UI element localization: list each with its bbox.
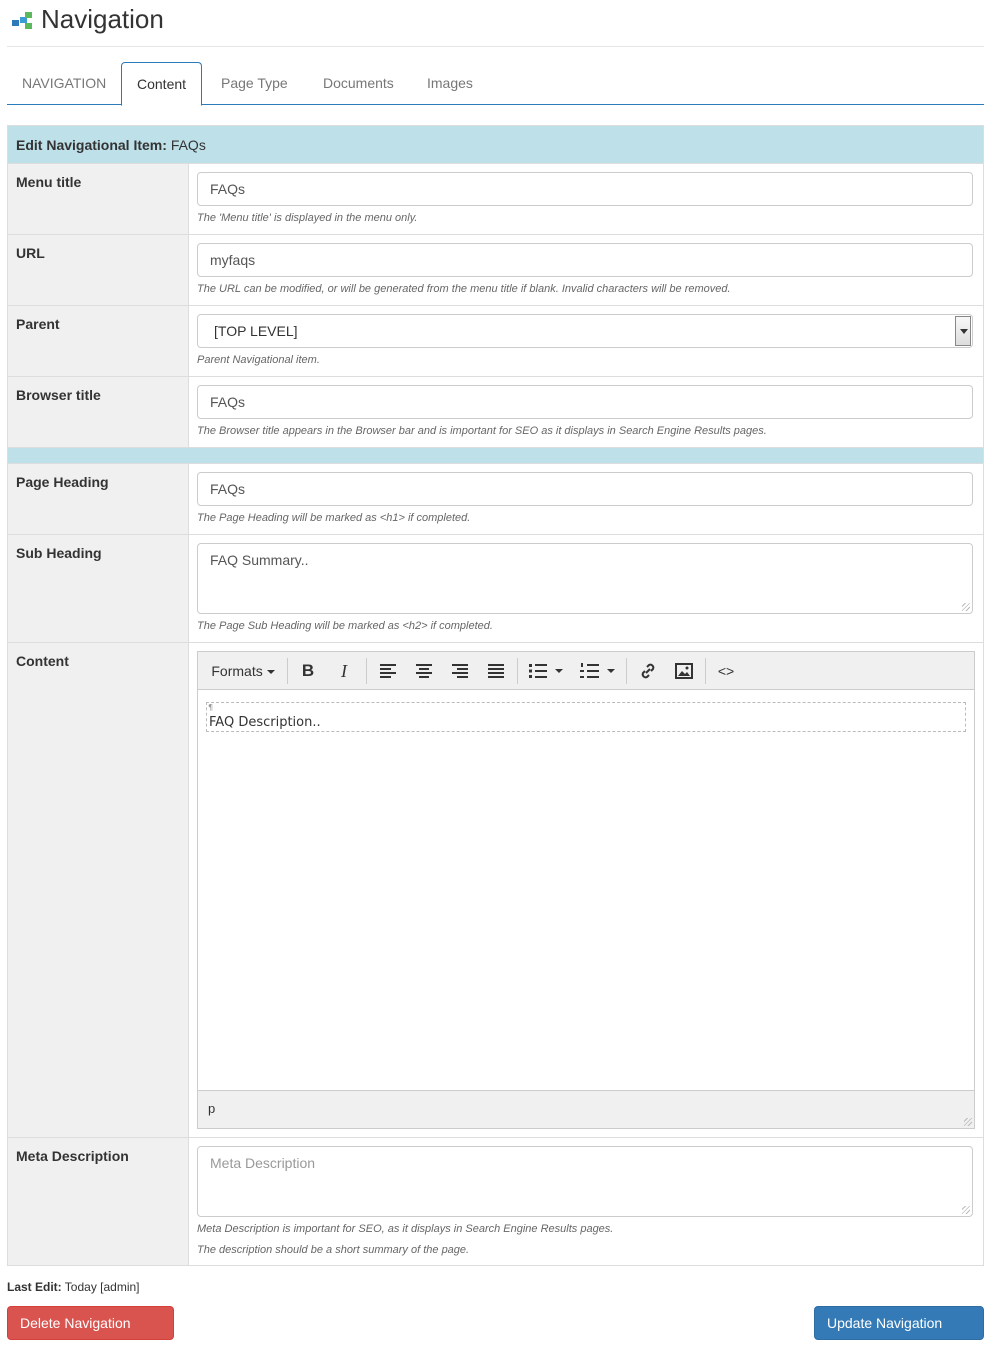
meta-description-label: Meta Description [7, 1137, 189, 1266]
editor-toolbar: Formats B I <> [198, 652, 974, 690]
form-header-label: Edit Navigational Item: [16, 136, 167, 153]
link-icon[interactable] [634, 656, 662, 686]
tab-content[interactable]: Content [121, 62, 203, 106]
meta-description-help-2: The description should be a short summar… [197, 1244, 470, 1256]
url-help: The URL can be modified, or will be gene… [197, 283, 731, 295]
parent-help: Parent Navigational item. [197, 354, 320, 366]
image-icon[interactable] [670, 656, 698, 686]
element-path[interactable]: p [208, 1101, 215, 1116]
align-justify-icon[interactable] [482, 656, 510, 686]
browser-title-input[interactable]: FAQs [197, 385, 973, 419]
tab-page-type[interactable]: Page Type [206, 62, 303, 105]
resize-handle-icon[interactable] [962, 1206, 970, 1214]
page-heading-help: The Page Heading will be marked as <h1> … [197, 512, 471, 524]
bold-icon[interactable]: B [294, 656, 322, 686]
meta-description-help-1: Meta Description is important for SEO, a… [197, 1223, 614, 1235]
browser-title-help: The Browser title appears in the Browser… [197, 425, 767, 437]
formats-dropdown[interactable]: Formats [203, 656, 283, 686]
last-edit: Last Edit: Today [admin] [7, 1280, 140, 1294]
bullet-list-icon[interactable] [525, 656, 567, 686]
page-heading-input[interactable]: FAQs [197, 472, 973, 506]
menu-title-help: The 'Menu title' is displayed in the men… [197, 212, 418, 224]
align-left-icon[interactable] [374, 656, 402, 686]
navigation-logo-icon [12, 12, 34, 30]
update-button[interactable]: Update Navigation Item [814, 1306, 984, 1363]
delete-button[interactable]: Delete Navigation Item [7, 1306, 174, 1363]
page-heading-label: Page Heading [7, 463, 189, 535]
resize-handle-icon[interactable] [964, 1118, 972, 1126]
tab-navigation[interactable]: NAVIGATION [7, 62, 121, 105]
edit-form: Edit Navigational Item: FAQs Menu title … [7, 125, 984, 1266]
tab-images[interactable]: Images [412, 62, 488, 105]
content-label: Content [7, 642, 189, 1138]
editor-paragraph[interactable]: ¶ FAQ Description.. [206, 702, 966, 732]
meta-description-placeholder: Meta Description [210, 1155, 316, 1171]
menu-title-label: Menu title [7, 163, 189, 235]
editor-text: FAQ Description.. [209, 715, 321, 730]
resize-handle-icon[interactable] [962, 603, 970, 611]
numbered-list-icon[interactable] [577, 656, 619, 686]
align-center-icon[interactable] [410, 656, 438, 686]
menu-title-input[interactable]: FAQs [197, 172, 973, 206]
rich-text-editor: Formats B I <> ¶ FAQ Description.. p [197, 651, 975, 1129]
editor-statusbar: p [198, 1090, 974, 1128]
italic-icon[interactable]: I [330, 656, 358, 686]
parent-select[interactable]: [TOP LEVEL] [197, 314, 973, 348]
meta-description-textarea[interactable]: Meta Description [197, 1146, 973, 1217]
page-header: Navigation [7, 0, 984, 47]
sub-heading-value: FAQ Summary.. [210, 552, 309, 568]
sub-heading-help: The Page Sub Heading will be marked as <… [197, 620, 493, 632]
parent-select-value: [TOP LEVEL] [214, 323, 298, 339]
tab-documents[interactable]: Documents [308, 62, 409, 105]
formats-label: Formats [211, 663, 263, 679]
form-header-value: FAQs [170, 136, 206, 153]
parent-label: Parent [7, 305, 189, 377]
sub-heading-textarea[interactable]: FAQ Summary.. [197, 543, 973, 614]
form-header: Edit Navigational Item: FAQs [7, 125, 984, 164]
editor-content-area[interactable]: ¶ FAQ Description.. [198, 690, 974, 1090]
align-right-icon[interactable] [446, 656, 474, 686]
caret-down-icon [266, 670, 275, 675]
last-edit-value: Today [admin] [64, 1280, 140, 1294]
chevron-down-icon[interactable] [955, 316, 971, 346]
section-separator [7, 447, 984, 464]
browser-title-label: Browser title [7, 376, 189, 448]
sub-heading-label: Sub Heading [7, 534, 189, 643]
source-code-icon[interactable]: <> [712, 656, 740, 686]
tab-bar: NAVIGATION Content Page Type Documents I… [7, 62, 984, 106]
url-input[interactable]: myfaqs [197, 243, 973, 277]
url-label: URL [7, 234, 189, 306]
last-edit-label: Last Edit: [7, 1280, 62, 1294]
paragraph-marker-icon: ¶ [208, 703, 214, 712]
page-title: Navigation [41, 4, 164, 34]
